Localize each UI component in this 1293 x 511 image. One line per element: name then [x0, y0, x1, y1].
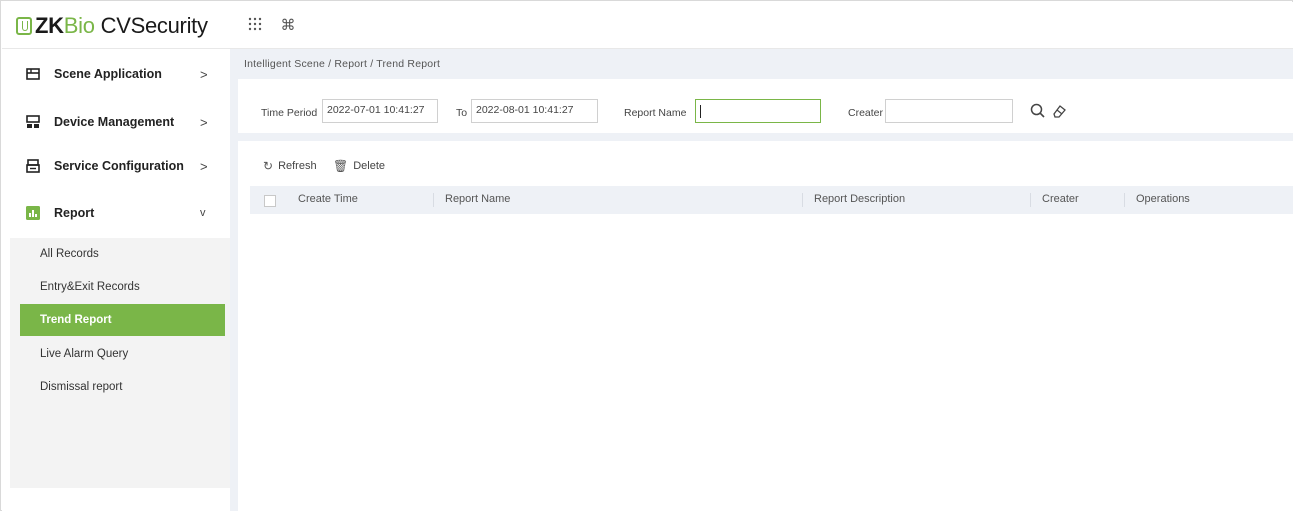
toolbar: ↻ Refresh 🗑 Delete: [238, 149, 1293, 185]
column-header-report-name[interactable]: Report Name: [445, 193, 510, 205]
command-icon[interactable]: ⌘: [278, 16, 298, 36]
submenu-item-live-alarm-query[interactable]: Live Alarm Query: [20, 338, 225, 370]
column-divider: [1124, 193, 1125, 207]
text-caret: [700, 105, 701, 118]
time-period-label: Time Period: [261, 107, 318, 119]
chevron-right-icon: >: [200, 66, 208, 82]
report-name-label: Report Name: [624, 107, 687, 119]
filter-bar: Time Period 2022-07-01 10:41:27 To 2022-…: [238, 79, 1293, 141]
report-submenu: All Records Entry&Exit Records Trend Rep…: [10, 238, 230, 488]
submenu-item-dismissal-report[interactable]: Dismissal report: [20, 371, 225, 403]
column-divider: [802, 193, 803, 207]
app-window: ZKBio CVSecurity ⌘ Scene Application >: [0, 0, 1293, 511]
sidebar-item-device-management[interactable]: Device Management >: [2, 102, 230, 142]
service-icon: [26, 159, 40, 173]
sidebar-item-label: Report: [54, 206, 95, 220]
time-end-field[interactable]: 2022-08-01 10:41:27: [471, 99, 598, 123]
creater-label: Creater: [848, 107, 884, 119]
column-header-operations[interactable]: Operations: [1136, 193, 1190, 205]
sidebar-item-report[interactable]: Report v: [2, 193, 230, 233]
chevron-right-icon: >: [200, 158, 208, 174]
chevron-down-icon: v: [200, 207, 206, 219]
breadcrumb: Intelligent Scene / Report / Trend Repor…: [244, 58, 441, 70]
device-icon: [26, 115, 40, 128]
chevron-right-icon: >: [200, 114, 208, 130]
sidebar-item-label: Service Configuration: [54, 159, 184, 173]
table-header: Create Time Report Name Report Descripti…: [250, 186, 1293, 214]
main-content: Intelligent Scene / Report / Trend Repor…: [238, 49, 1293, 511]
refresh-icon: ↻: [263, 159, 274, 173]
sidebar-divider: [230, 49, 238, 511]
column-header-report-description[interactable]: Report Description: [814, 193, 905, 205]
sidebar-item-label: Device Management: [54, 115, 175, 129]
sidebar-item-scene-application[interactable]: Scene Application >: [2, 54, 230, 94]
time-start-field[interactable]: 2022-07-01 10:41:27: [322, 99, 438, 123]
submenu-item-entry-exit-records[interactable]: Entry&Exit Records: [20, 271, 225, 303]
eraser-icon[interactable]: [1050, 102, 1068, 120]
select-all-checkbox[interactable]: [264, 195, 276, 207]
column-divider: [1030, 193, 1031, 207]
refresh-button[interactable]: ↻ Refresh: [263, 159, 317, 173]
trash-icon: 🗑: [333, 159, 349, 173]
creater-input[interactable]: [885, 99, 1013, 123]
grid-icon[interactable]: [245, 16, 265, 36]
report-icon: [26, 206, 40, 220]
column-divider: [433, 193, 434, 207]
logo-mark-icon: [16, 17, 32, 35]
sidebar-item-label: Scene Application: [54, 67, 162, 81]
submenu-item-trend-report[interactable]: Trend Report: [20, 304, 225, 336]
delete-button[interactable]: 🗑 Delete: [333, 159, 385, 173]
column-header-creater[interactable]: Creater: [1042, 193, 1079, 205]
scene-icon: [26, 68, 40, 80]
top-bar: ZK Bio CVSecurity ⌘: [2, 2, 1293, 49]
table-body: [250, 214, 1293, 511]
app-logo[interactable]: ZK Bio CVSecurity: [16, 13, 208, 39]
to-label: To: [456, 107, 468, 119]
breadcrumb-bar: Intelligent Scene / Report / Trend Repor…: [238, 49, 1293, 79]
column-header-create-time[interactable]: Create Time: [298, 193, 358, 205]
sidebar-item-service-configuration[interactable]: Service Configuration >: [2, 146, 230, 186]
submenu-item-all-records[interactable]: All Records: [20, 238, 225, 270]
search-icon[interactable]: [1029, 102, 1047, 120]
report-name-input[interactable]: [695, 99, 821, 123]
